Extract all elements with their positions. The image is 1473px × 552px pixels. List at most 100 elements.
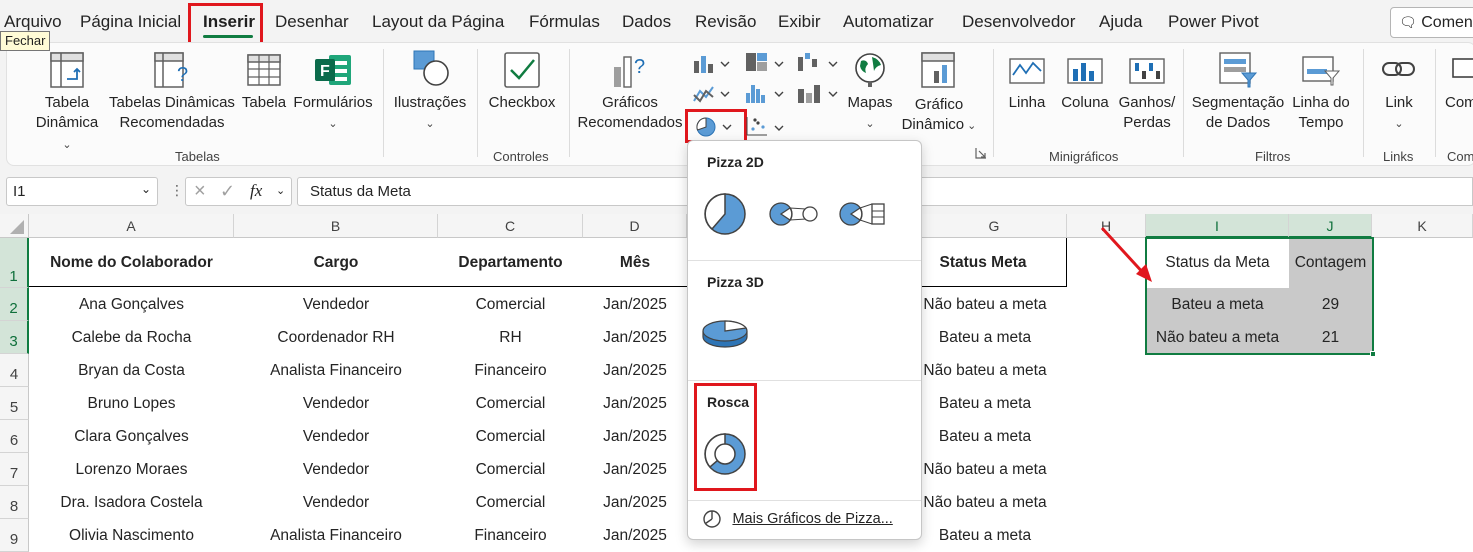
table-cell[interactable]: Financeiro [438, 527, 583, 545]
slicer-button[interactable]: Segmentação de Dados [1189, 51, 1287, 133]
tab-revisao[interactable]: Revisão [695, 12, 756, 32]
pivot-chart-button[interactable]: Gráfico Dinâmico ⌄ [901, 51, 977, 136]
tab-dados[interactable]: Dados [622, 12, 671, 32]
pie-2d-icon[interactable] [702, 191, 748, 237]
table-cell[interactable]: Vendedor [234, 428, 438, 446]
table-cell[interactable]: Jan/2025 [583, 362, 687, 380]
tab-automatizar[interactable]: Automatizar [843, 12, 934, 32]
table-cell[interactable]: Jan/2025 [583, 494, 687, 512]
row-header-9[interactable]: 9 [0, 519, 29, 552]
header-cell[interactable]: Departamento [438, 254, 583, 272]
table-cell[interactable]: Vendedor [234, 296, 438, 314]
check-icon[interactable]: ✓ [220, 181, 235, 202]
row-header-1[interactable]: 1 [0, 238, 29, 288]
table-cell[interactable]: Bryan da Costa [29, 362, 234, 380]
hierarchy-chart-icon[interactable] [745, 51, 789, 75]
column-header-g[interactable]: G [922, 214, 1067, 238]
table-cell[interactable]: Jan/2025 [583, 428, 687, 446]
table-cell[interactable]: Comercial [438, 296, 583, 314]
line-chart-icon[interactable] [693, 83, 733, 105]
link-button[interactable]: Link ⌄ [1371, 51, 1427, 134]
table-cell[interactable]: Bateu a meta [905, 527, 1065, 545]
table-cell[interactable]: Jan/2025 [583, 461, 687, 479]
table-cell[interactable]: Bateu a meta [905, 428, 1065, 446]
table-cell[interactable]: Jan/2025 [583, 395, 687, 413]
table-button[interactable]: Tabela [239, 51, 289, 113]
tab-ajuda[interactable]: Ajuda [1099, 12, 1142, 32]
table-cell[interactable]: Financeiro [438, 362, 583, 380]
tab-formulas[interactable]: Fórmulas [529, 12, 600, 32]
recommended-charts-button[interactable]: ? Gráficos Recomendados [575, 51, 685, 133]
pie-3d-icon[interactable] [700, 315, 750, 351]
table-cell[interactable]: Coordenador RH [234, 329, 438, 347]
sparkline-column-button[interactable]: Coluna [1057, 51, 1113, 113]
header-cell[interactable]: Cargo [234, 254, 438, 272]
statistic-chart-icon[interactable] [745, 81, 789, 105]
checkbox-button[interactable]: Checkbox [485, 51, 559, 113]
waterfall-chart-icon[interactable] [797, 51, 843, 75]
row-header-8[interactable]: 8 [0, 486, 29, 519]
tab-pagina-inicial[interactable]: Página Inicial [80, 12, 181, 32]
row-header-3[interactable]: 3 [0, 321, 29, 354]
row-header-6[interactable]: 6 [0, 420, 29, 453]
cancel-icon[interactable]: × [194, 180, 206, 203]
illustrations-button[interactable]: Ilustrações ⌄ [391, 49, 469, 134]
more-pie-charts-item[interactable]: Mais Gráficos de Pizza... [702, 509, 893, 533]
table-cell[interactable]: Não bateu a meta [905, 461, 1065, 479]
table-cell[interactable]: Analista Financeiro [234, 527, 438, 545]
more-options-icon[interactable]: ⋮ [170, 182, 184, 199]
table-cell[interactable]: Bateu a meta [905, 395, 1065, 413]
table-cell[interactable]: Vendedor [234, 395, 438, 413]
tab-desenvolvedor[interactable]: Desenvolvedor [962, 12, 1075, 32]
table-cell[interactable]: Ana Gonçalves [29, 296, 234, 314]
table-cell[interactable]: Bateu a meta [905, 329, 1065, 347]
header-cell[interactable]: Status Meta [922, 254, 1044, 272]
row-header-7[interactable]: 7 [0, 453, 29, 486]
table-cell[interactable]: Comercial [438, 494, 583, 512]
table-cell[interactable]: RH [438, 329, 583, 347]
table-cell[interactable]: Dra. Isadora Costela [29, 494, 234, 512]
column-header-a[interactable]: A [29, 214, 234, 238]
insert-function-button[interactable]: fx [250, 181, 262, 201]
bar-of-pie-icon[interactable] [838, 201, 890, 227]
fill-handle[interactable] [1370, 351, 1376, 357]
table-cell[interactable]: Jan/2025 [583, 296, 687, 314]
tab-exibir[interactable]: Exibir [778, 12, 821, 32]
table-cell[interactable]: Calebe da Rocha [29, 329, 234, 347]
pie-of-pie-icon[interactable] [768, 201, 820, 227]
maps-button[interactable]: Mapas ⌄ [843, 51, 897, 134]
recommended-pivot-tables-button[interactable]: ? Tabelas Dinâmicas Recomendadas [107, 51, 237, 133]
header-cell[interactable]: Nome do Colaborador [29, 254, 234, 272]
combo-chart-icon[interactable] [797, 81, 843, 105]
comments-button[interactable]: 🗨 Coment [1390, 7, 1473, 38]
table-cell[interactable]: Lorenzo Moraes [29, 461, 234, 479]
table-cell[interactable]: Comercial [438, 395, 583, 413]
forms-button[interactable]: F Formulários ⌄ [291, 51, 375, 134]
column-header-i[interactable]: I [1146, 214, 1289, 238]
pivot-table-button[interactable]: Tabela Dinâmica ⌄ [31, 51, 103, 155]
table-cell[interactable]: Comercial [438, 428, 583, 446]
dialog-launcher-icon[interactable] [975, 147, 987, 159]
table-cell[interactable]: Analista Financeiro [234, 362, 438, 380]
table-cell[interactable]: Comercial [438, 461, 583, 479]
table-cell[interactable]: Não bateu a meta [905, 362, 1065, 380]
scatter-chart-icon[interactable] [745, 115, 789, 139]
table-cell[interactable]: Clara Gonçalves [29, 428, 234, 446]
select-all-corner[interactable] [0, 214, 29, 238]
tab-desenhar[interactable]: Desenhar [275, 12, 349, 32]
column-header-d[interactable]: D [583, 214, 687, 238]
table-cell[interactable]: Jan/2025 [583, 329, 687, 347]
table-cell[interactable]: Olivia Nascimento [29, 527, 234, 545]
chevron-down-icon[interactable]: ⌄ [141, 182, 151, 196]
name-box[interactable]: I1 ⌄ [6, 177, 158, 206]
tab-arquivo[interactable]: Arquivo [4, 12, 62, 32]
column-header-b[interactable]: B [234, 214, 438, 238]
timeline-button[interactable]: Linha do Tempo [1289, 51, 1353, 133]
row-header-4[interactable]: 4 [0, 354, 29, 387]
column-header-j[interactable]: J [1289, 214, 1372, 238]
row-header-2[interactable]: 2 [0, 288, 29, 321]
table-cell[interactable]: Bruno Lopes [29, 395, 234, 413]
column-header-k[interactable]: K [1372, 214, 1473, 238]
table-cell[interactable]: Vendedor [234, 461, 438, 479]
table-cell[interactable]: Vendedor [234, 494, 438, 512]
